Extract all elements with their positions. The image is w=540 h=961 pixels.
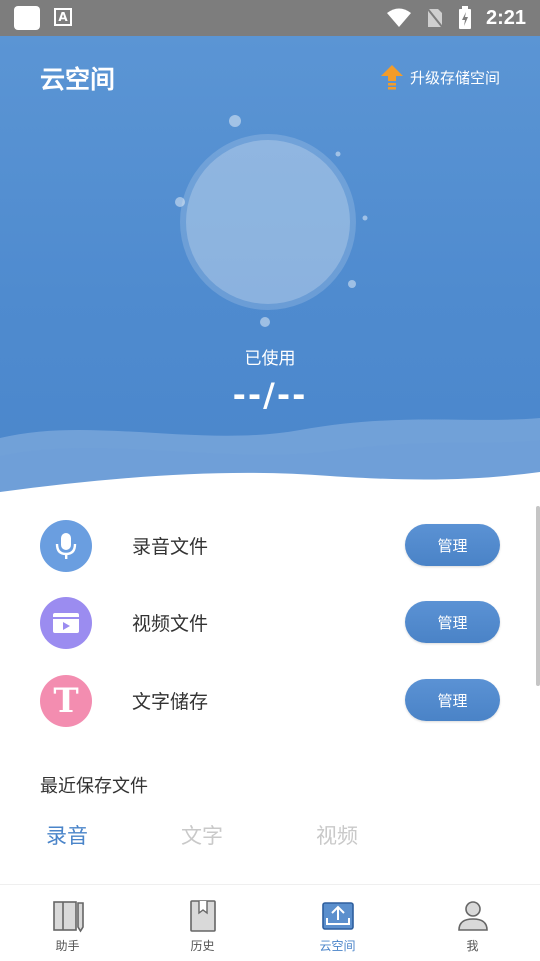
- text-t-icon: T: [40, 675, 92, 727]
- bookmark-book-icon: [189, 900, 216, 932]
- storage-row-video: 视频文件 管理: [40, 597, 500, 649]
- nav-assistant[interactable]: 助手: [0, 885, 135, 961]
- nav-me[interactable]: 我: [405, 885, 540, 961]
- storage-row-audio: 录音文件 管理: [40, 520, 500, 572]
- manage-audio-button[interactable]: 管理: [405, 524, 500, 566]
- tab-audio[interactable]: 录音: [46, 820, 88, 850]
- manage-text-button[interactable]: 管理: [405, 679, 500, 721]
- video-icon: [40, 597, 92, 649]
- manage-video-button[interactable]: 管理: [405, 601, 500, 643]
- storage-usage-bubble: [175, 115, 368, 327]
- status-bar: A 2:21: [0, 0, 540, 36]
- font-a-icon: A: [54, 8, 72, 26]
- audio-files-label: 录音文件: [132, 536, 209, 558]
- nav-me-label: 我: [466, 939, 479, 953]
- upload-arrow-icon: [380, 65, 403, 90]
- battery-charging-icon: [458, 6, 471, 29]
- microphone-icon: [40, 520, 92, 572]
- tab-text[interactable]: 文字: [181, 820, 223, 850]
- text-t-glyph: T: [53, 681, 79, 721]
- upgrade-storage-label: 升级存储空间: [409, 68, 500, 87]
- recent-files-title: 最近保存文件: [40, 776, 148, 797]
- scrollbar[interactable]: [536, 506, 540, 686]
- wave-decoration: [0, 418, 540, 506]
- video-files-label: 视频文件: [132, 613, 209, 635]
- bottom-nav: 助手 历史 云空间 我: [0, 884, 540, 961]
- nav-assistant-label: 助手: [55, 939, 80, 953]
- clock: 2:21: [485, 6, 526, 29]
- person-icon: [457, 901, 488, 931]
- wifi-icon: [386, 8, 411, 27]
- text-storage-label: 文字储存: [132, 691, 209, 713]
- tab-video[interactable]: 视频: [316, 820, 358, 850]
- no-sim-icon: [426, 7, 444, 29]
- nav-cloud-label: 云空间: [319, 939, 356, 953]
- nav-history-label: 历史: [190, 939, 215, 953]
- storage-hero: 云空间 升级存储空间 已使用 --/--: [0, 36, 540, 506]
- nav-cloud[interactable]: 云空间: [270, 885, 405, 961]
- nav-history[interactable]: 历史: [135, 885, 270, 961]
- book-pen-icon: [52, 901, 84, 933]
- storage-row-text: T 文字储存 管理: [40, 675, 500, 727]
- page-title: 云空间: [40, 65, 116, 94]
- upgrade-storage-button[interactable]: 升级存储空间: [380, 64, 500, 90]
- used-label: 已使用: [244, 349, 296, 369]
- cloud-upload-icon: [321, 902, 354, 930]
- app-notification-icon: [14, 6, 40, 30]
